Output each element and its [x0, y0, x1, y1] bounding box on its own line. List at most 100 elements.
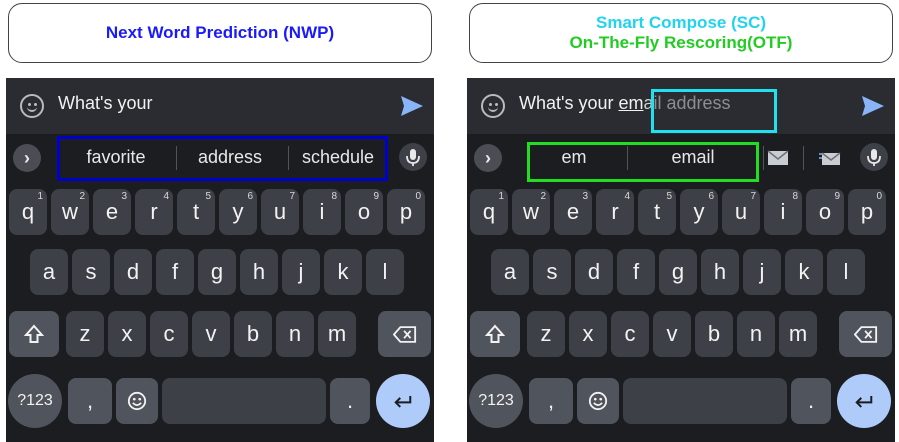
key-v[interactable]: v: [192, 311, 230, 357]
key-q[interactable]: q1: [9, 189, 47, 235]
symbols-key[interactable]: ?123: [8, 374, 62, 428]
key-r[interactable]: r4: [596, 189, 634, 235]
key-b[interactable]: b: [234, 311, 272, 357]
key-y[interactable]: y6: [680, 189, 718, 235]
compose-input[interactable]: What's your: [58, 93, 152, 114]
key-label: q: [21, 199, 35, 224]
chevron-right-icon[interactable]: ›: [474, 144, 502, 172]
chevron-right-icon[interactable]: ›: [13, 144, 41, 172]
key-label: q: [482, 199, 496, 224]
send-mail-icon[interactable]: [819, 150, 841, 166]
spacebar[interactable]: [623, 378, 787, 424]
key-c[interactable]: c: [611, 311, 649, 357]
key-v[interactable]: v: [653, 311, 691, 357]
key-u[interactable]: u7: [261, 189, 299, 235]
key-x[interactable]: x: [108, 311, 146, 357]
key-c[interactable]: c: [150, 311, 188, 357]
key-label: t: [192, 199, 200, 224]
key-o[interactable]: o9: [806, 189, 844, 235]
key-h[interactable]: h: [701, 249, 739, 295]
key-z[interactable]: z: [66, 311, 104, 357]
key-label: t: [653, 199, 661, 224]
key-y[interactable]: y6: [219, 189, 257, 235]
smiley-icon[interactable]: [20, 94, 44, 118]
send-icon[interactable]: [861, 95, 885, 117]
key-d[interactable]: d: [575, 249, 613, 295]
key-x[interactable]: x: [569, 311, 607, 357]
key-l[interactable]: l: [827, 249, 865, 295]
key-b[interactable]: b: [695, 311, 733, 357]
key-e[interactable]: e3: [554, 189, 592, 235]
key-p[interactable]: p0: [848, 189, 886, 235]
key-g[interactable]: g: [198, 249, 236, 295]
key-f[interactable]: f: [156, 249, 194, 295]
key-label: y: [693, 199, 705, 224]
key-s[interactable]: s: [72, 249, 110, 295]
suggestion-item[interactable]: favorite: [66, 147, 166, 168]
key-m[interactable]: m: [779, 311, 817, 357]
suggestion-item[interactable]: em: [529, 147, 619, 168]
key-label: y: [232, 199, 244, 224]
key-q[interactable]: q1: [470, 189, 508, 235]
key-k[interactable]: k: [785, 249, 823, 295]
emoji-key-icon[interactable]: [116, 378, 158, 424]
mail-icon[interactable]: [767, 150, 789, 166]
key-o[interactable]: o9: [345, 189, 383, 235]
suggestion-item[interactable]: address: [178, 147, 282, 168]
key-i[interactable]: i8: [764, 189, 802, 235]
key-hint: 8: [792, 191, 798, 202]
key-label: o: [357, 199, 371, 224]
key-w[interactable]: w2: [51, 189, 89, 235]
spacebar[interactable]: [162, 378, 326, 424]
key-j[interactable]: j: [282, 249, 320, 295]
shift-icon[interactable]: [470, 311, 520, 357]
key-e[interactable]: e3: [93, 189, 131, 235]
key-hint: 6: [247, 191, 253, 202]
mic-icon[interactable]: [398, 142, 428, 172]
key-h[interactable]: h: [240, 249, 278, 295]
shift-icon[interactable]: [9, 311, 59, 357]
key-hint: 2: [79, 191, 85, 202]
key-a[interactable]: a: [30, 249, 68, 295]
key-r[interactable]: r4: [135, 189, 173, 235]
nwp-keyboard-screenshot: What's your › favorite address schedule …: [6, 78, 434, 442]
send-icon[interactable]: [400, 95, 424, 117]
suggestion-item[interactable]: schedule: [290, 147, 386, 168]
key-n[interactable]: n: [276, 311, 314, 357]
key-hint: 5: [205, 191, 211, 202]
key-w[interactable]: w2: [512, 189, 550, 235]
backspace-icon[interactable]: [378, 311, 431, 357]
symbols-key[interactable]: ?123: [469, 374, 523, 428]
key-l[interactable]: l: [366, 249, 404, 295]
backspace-icon[interactable]: [839, 311, 892, 357]
emoji-key-icon[interactable]: [577, 378, 619, 424]
key-hint: 6: [708, 191, 714, 202]
key-k[interactable]: k: [324, 249, 362, 295]
mic-icon[interactable]: [859, 142, 889, 172]
compose-input[interactable]: What's your email address: [519, 93, 731, 114]
enter-icon[interactable]: [376, 374, 430, 428]
key-u[interactable]: u7: [722, 189, 760, 235]
key-t[interactable]: t5: [638, 189, 676, 235]
key-t[interactable]: t5: [177, 189, 215, 235]
key-a[interactable]: a: [491, 249, 529, 295]
key-comma[interactable]: ,: [68, 378, 112, 424]
key-comma[interactable]: ,: [529, 378, 573, 424]
key-n[interactable]: n: [737, 311, 775, 357]
key-period[interactable]: .: [330, 378, 370, 424]
key-i[interactable]: i8: [303, 189, 341, 235]
key-z[interactable]: z: [527, 311, 565, 357]
compose-ghost-completion: il address: [653, 93, 731, 113]
key-f[interactable]: f: [617, 249, 655, 295]
key-p[interactable]: p0: [387, 189, 425, 235]
key-s[interactable]: s: [533, 249, 571, 295]
key-j[interactable]: j: [743, 249, 781, 295]
enter-icon[interactable]: [837, 374, 891, 428]
key-g[interactable]: g: [659, 249, 697, 295]
key-period[interactable]: .: [791, 378, 831, 424]
key-d[interactable]: d: [114, 249, 152, 295]
key-m[interactable]: m: [318, 311, 356, 357]
smiley-icon[interactable]: [481, 94, 505, 118]
suggestion-item[interactable]: email: [629, 147, 757, 168]
compose-typed: What's your: [519, 93, 619, 113]
